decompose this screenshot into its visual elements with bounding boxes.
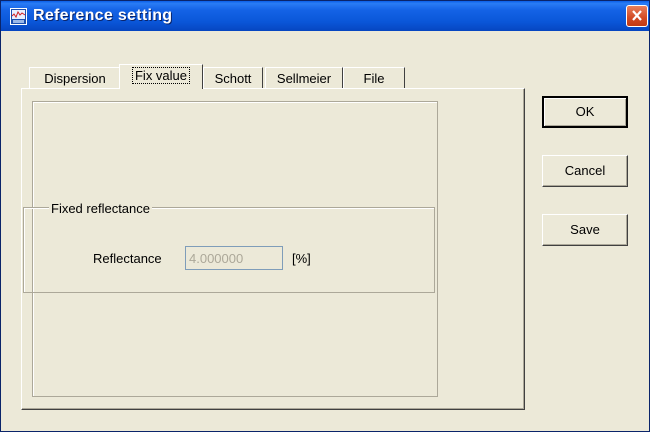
close-button[interactable] <box>626 5 648 27</box>
reflectance-unit: [%] <box>292 251 311 266</box>
dialog-window: Reference setting Dispersion Fix value S… <box>0 0 650 432</box>
reflectance-input[interactable] <box>185 246 283 270</box>
close-icon <box>632 10 642 21</box>
chart-icon <box>10 8 27 25</box>
ok-button[interactable]: OK <box>542 96 628 128</box>
tab-fix-value[interactable]: Fix value <box>119 64 203 89</box>
tab-dispersion[interactable]: Dispersion <box>29 67 121 88</box>
cancel-button[interactable]: Cancel <box>542 155 628 187</box>
title-bar[interactable]: Reference setting <box>1 1 649 31</box>
tab-schott[interactable]: Schott <box>203 67 263 88</box>
group-title: Fixed reflectance <box>49 201 152 216</box>
reflectance-label: Reflectance <box>93 251 162 266</box>
save-button[interactable]: Save <box>542 214 628 246</box>
tab-file[interactable]: File <box>343 67 405 88</box>
tab-sellmeier[interactable]: Sellmeier <box>265 67 343 88</box>
window-title: Reference setting <box>33 7 173 24</box>
